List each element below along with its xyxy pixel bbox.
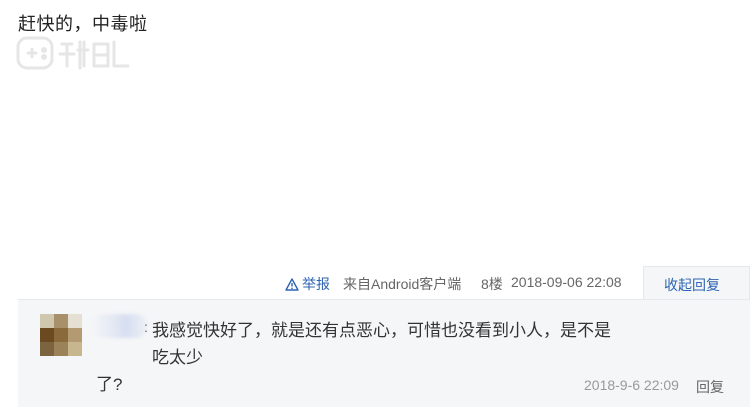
reply-list: : 我感觉快好了，就是还有点恶心，可惜也没看到小人，是不是吃太少 了? 2018… [18,299,750,407]
watermark-logo-icon [14,30,134,76]
avatar-pixel [40,314,54,328]
reply-toggle-tab: 收起回复 [643,266,750,300]
avatar-pixel [40,328,54,342]
avatar-pixel [68,328,82,342]
reply-content: 我感觉快好了，就是还有点恶心，可惜也没看到小人，是不是吃太少 了? [96,317,622,398]
collapse-reply-button[interactable]: 收起回复 [664,275,720,295]
post-timestamp: 2018-09-06 22:08 [511,274,622,290]
post-meta-row: 举报 来自Android客户端 8楼 2018-09-06 22:08 收起回复 [0,266,750,300]
warning-triangle-icon [285,277,299,291]
post-source: 来自Android客户端 [343,276,462,292]
avatar[interactable] [40,314,82,356]
reply-username-blurred[interactable] [92,314,148,338]
reply-content-line-2: 了? [96,375,123,394]
reply-timestamp: 2018-9-6 22:09 [584,377,679,393]
avatar-pixel [40,342,54,356]
reply-content-line-1: 我感觉快好了，就是还有点恶心，可惜也没看到小人，是不是吃太少 [152,321,611,367]
avatar-pixel [68,314,82,328]
avatar-pixel [54,328,68,342]
report-button[interactable]: 举报 [285,274,330,294]
avatar-pixel [68,342,82,356]
report-label: 举报 [302,276,330,292]
avatar-pixel [54,342,68,356]
reply-button[interactable]: 回复 [696,377,724,397]
avatar-pixel [54,314,68,328]
username-separator: : [144,319,148,335]
floor-number: 8楼 [481,276,503,292]
